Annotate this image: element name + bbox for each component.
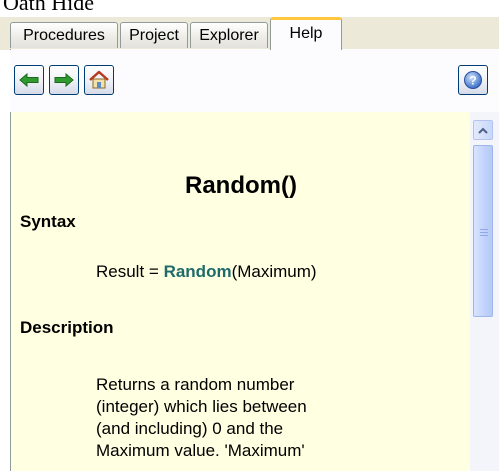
tab-explorer[interactable]: Explorer xyxy=(190,22,268,48)
help-title: Random() xyxy=(185,172,297,199)
help-content: Random() Syntax Result = Random(Maximum)… xyxy=(12,112,470,471)
vertical-scrollbar[interactable] xyxy=(470,112,499,471)
svg-text:?: ? xyxy=(469,74,476,88)
window-title: Oath Hide xyxy=(3,0,95,15)
grip-line xyxy=(480,229,488,230)
syntax-line: Result = Random(Maximum) xyxy=(96,262,317,282)
arrow-left-icon xyxy=(19,73,39,87)
scroll-up-button[interactable] xyxy=(473,120,493,140)
help-button[interactable]: ? xyxy=(458,65,488,95)
back-button[interactable] xyxy=(14,65,44,95)
tab-procedures[interactable]: Procedures xyxy=(10,22,118,48)
tab-bar: Procedures Project Explorer Help xyxy=(0,17,499,50)
help-icon: ? xyxy=(464,71,482,89)
scroll-thumb[interactable] xyxy=(473,145,493,317)
syntax-suffix: (Maximum) xyxy=(231,262,317,281)
tab-project[interactable]: Project xyxy=(120,22,188,48)
tab-help[interactable]: Help xyxy=(270,17,342,50)
description-line: (and including) 0 and the xyxy=(96,419,284,438)
description-text: Returns a random number (integer) which … xyxy=(96,374,396,462)
description-heading: Description xyxy=(20,318,114,337)
home-icon xyxy=(89,70,109,89)
arrow-right-icon xyxy=(54,73,74,87)
forward-button[interactable] xyxy=(49,65,79,95)
syntax-heading: Syntax xyxy=(20,212,76,231)
home-button[interactable] xyxy=(84,65,114,95)
help-toolbar: ? xyxy=(10,50,499,112)
grip-line xyxy=(480,235,488,236)
grip-line xyxy=(480,232,488,233)
description-line: (integer) which lies between xyxy=(96,397,307,416)
chevron-up-icon xyxy=(478,127,488,134)
syntax-prefix: Result = xyxy=(96,262,164,281)
syntax-keyword-link[interactable]: Random xyxy=(164,262,232,281)
description-line: Returns a random number xyxy=(96,375,295,394)
description-line: Maximum value. 'Maximum' xyxy=(96,441,305,460)
